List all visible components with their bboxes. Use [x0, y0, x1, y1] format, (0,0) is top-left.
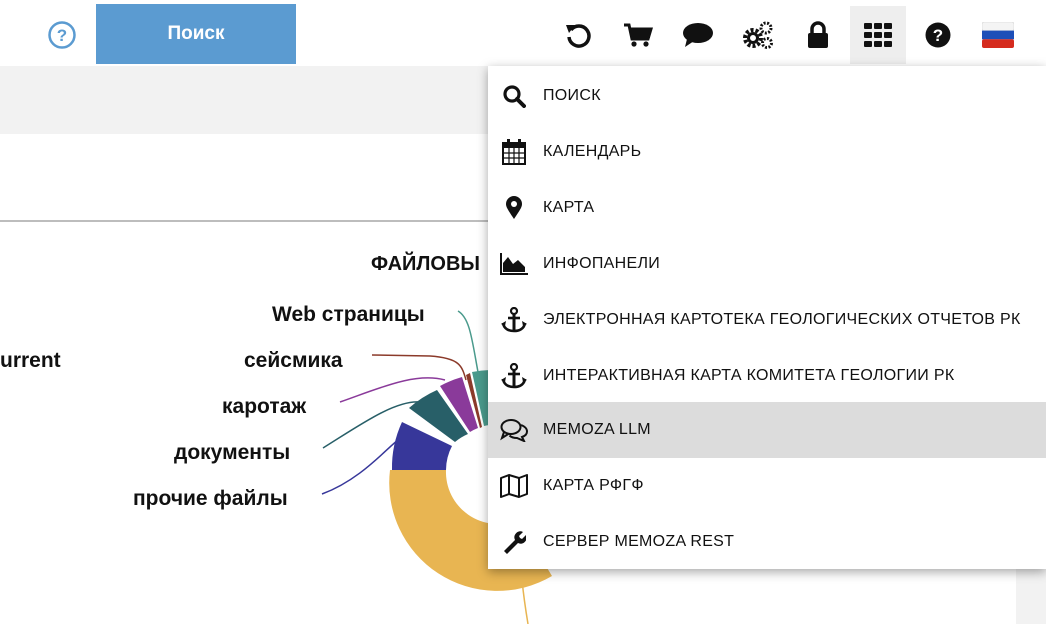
comments-icon	[500, 416, 528, 444]
menu-item-search[interactable]: ПОИСК	[488, 68, 1046, 124]
menu-item-infopanels[interactable]: ИНФОПАНЕЛИ	[488, 236, 1046, 292]
menu-item-interactive-map[interactable]: ИНТЕРАКТИВНАЯ КАРТА КОМИТЕТА ГЕОЛОГИИ РК	[488, 348, 1046, 404]
menu-item-rfgf-map[interactable]: КАРТА РФГФ	[488, 458, 1046, 514]
menu-item-label: ИНТЕРАКТИВНАЯ КАРТА КОМИТЕТА ГЕОЛОГИИ РК	[543, 367, 955, 384]
wrench-icon	[500, 528, 528, 556]
menu-item-label: КАРТА РФГФ	[543, 477, 644, 494]
connector-web	[457, 310, 479, 373]
anchor-icon	[500, 306, 528, 334]
search-icon	[500, 82, 528, 110]
calendar-icon	[500, 138, 528, 166]
menu-item-map[interactable]: КАРТА	[488, 180, 1046, 236]
menu-item-calendar[interactable]: КАЛЕНДАРЬ	[488, 124, 1046, 180]
menu-item-memoza-llm[interactable]: MEMOZA LLM	[488, 402, 1046, 458]
menu-item-label: MEMOZA LLM	[543, 421, 651, 438]
apps-dropdown-menu: ПОИСК КАЛЕНДАРЬ КАРТА ИНФОПАНЕЛИ ЭЛЕКТРО…	[488, 66, 1046, 569]
menu-item-label: ЭЛЕКТРОННАЯ КАРТОТЕКА ГЕОЛОГИЧЕСКИХ ОТЧЕ…	[543, 311, 1021, 328]
connector-seismic	[371, 354, 467, 381]
menu-item-label: КАРТА	[543, 199, 595, 216]
folded-map-icon	[500, 472, 528, 500]
menu-item-label: ПОИСК	[543, 87, 601, 104]
menu-item-geological-reports[interactable]: ЭЛЕКТРОННАЯ КАРТОТЕКА ГЕОЛОГИЧЕСКИХ ОТЧЕ…	[488, 292, 1046, 348]
menu-item-label: СЕРВЕР MEMOZA REST	[543, 533, 735, 550]
menu-item-memoza-rest-server[interactable]: СЕРВЕР MEMOZA REST	[488, 514, 1046, 570]
menu-item-label: КАЛЕНДАРЬ	[543, 143, 642, 160]
area-chart-icon	[500, 250, 528, 278]
connector-other	[321, 439, 399, 495]
anchor-icon	[500, 362, 528, 390]
map-marker-icon	[500, 194, 528, 222]
menu-item-label: ИНФОПАНЕЛИ	[543, 255, 661, 272]
